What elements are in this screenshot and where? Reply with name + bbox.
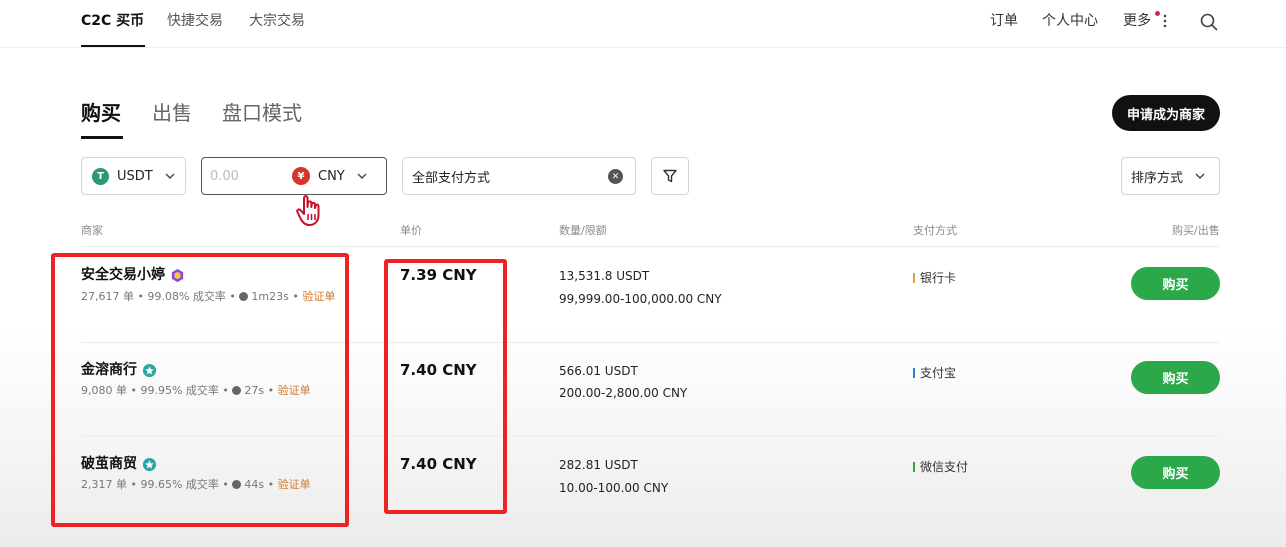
payment-method: 微信支付 [913, 459, 968, 475]
chevron-down-icon [1195, 173, 1205, 179]
column-header-action: 购买/出售 [1172, 224, 1220, 237]
quantity: 13,531.8 USDT [559, 269, 650, 283]
search-icon[interactable] [1200, 13, 1218, 31]
notification-dot [1155, 11, 1160, 16]
filter-icon [663, 169, 677, 183]
highlight-box-merchants [51, 253, 349, 527]
apply-merchant-button[interactable]: 申请成为商家 [1112, 95, 1220, 131]
coin-select-value: USDT [117, 168, 153, 184]
tab-active-underline [81, 136, 123, 139]
buy-button[interactable]: 购买 [1131, 267, 1220, 300]
chevron-down-icon[interactable] [355, 169, 369, 183]
quantity: 566.01 USDT [559, 364, 638, 378]
nav-active-underline [81, 45, 145, 47]
nav-tab-block-trade[interactable]: 大宗交易 [249, 12, 305, 30]
column-header-amount: 数量/限额 [559, 224, 607, 237]
row-divider [81, 530, 1220, 531]
quantity: 282.81 USDT [559, 458, 638, 472]
kebab-icon[interactable] [1163, 14, 1167, 28]
limit-range: 10.00-100.00 CNY [559, 481, 669, 495]
row-divider [81, 246, 1220, 247]
payment-color-bar [913, 368, 915, 378]
highlight-box-prices [384, 259, 507, 514]
buy-button[interactable]: 购买 [1131, 456, 1220, 489]
filter-button[interactable] [651, 157, 689, 195]
nav-tab-c2c[interactable]: C2C 买币 [81, 12, 144, 30]
nav-tab-quick-trade[interactable]: 快捷交易 [167, 12, 223, 30]
chevron-down-icon [165, 173, 175, 179]
nav-profile-link[interactable]: 个人中心 [1042, 12, 1098, 30]
payment-method-value: 全部支付方式 [412, 170, 491, 186]
column-header-payment: 支付方式 [913, 224, 957, 237]
sort-select-value: 排序方式 [1131, 170, 1184, 186]
nav-more-link[interactable]: 更多 [1123, 12, 1151, 30]
payment-color-bar [913, 273, 915, 283]
limit-range: 99,999.00-100,000.00 CNY [559, 292, 722, 306]
limit-range: 200.00-2,800.00 CNY [559, 386, 688, 400]
tab-sell[interactable]: 出售 [152, 100, 192, 126]
nav-orders-link[interactable]: 订单 [990, 12, 1018, 30]
hand-cursor-icon [296, 195, 320, 226]
payment-color-bar [913, 462, 915, 472]
fiat-select-value[interactable]: CNY [318, 169, 345, 184]
tab-orderbook-mode[interactable]: 盘口模式 [222, 100, 302, 126]
payment-method-select[interactable]: 全部支付方式 ✕ [402, 157, 636, 195]
column-header-price: 单价 [400, 224, 422, 237]
sort-select[interactable]: 排序方式 [1121, 157, 1220, 195]
coin-select[interactable]: T USDT [81, 157, 186, 195]
tab-buy[interactable]: 购买 [81, 100, 121, 126]
top-nav: C2C 买币 快捷交易 大宗交易 订单 个人中心 更多 [0, 0, 1286, 48]
cny-coin-icon: ¥ [292, 167, 310, 185]
amount-field[interactable]: ¥ CNY [201, 157, 387, 195]
clear-icon[interactable]: ✕ [608, 169, 623, 184]
amount-input[interactable] [210, 168, 292, 184]
usdt-coin-icon: T [92, 167, 109, 185]
buy-button[interactable]: 购买 [1131, 361, 1220, 394]
payment-method: 银行卡 [913, 270, 956, 286]
payment-method: 支付宝 [913, 365, 956, 381]
column-header-merchant: 商家 [81, 224, 103, 237]
